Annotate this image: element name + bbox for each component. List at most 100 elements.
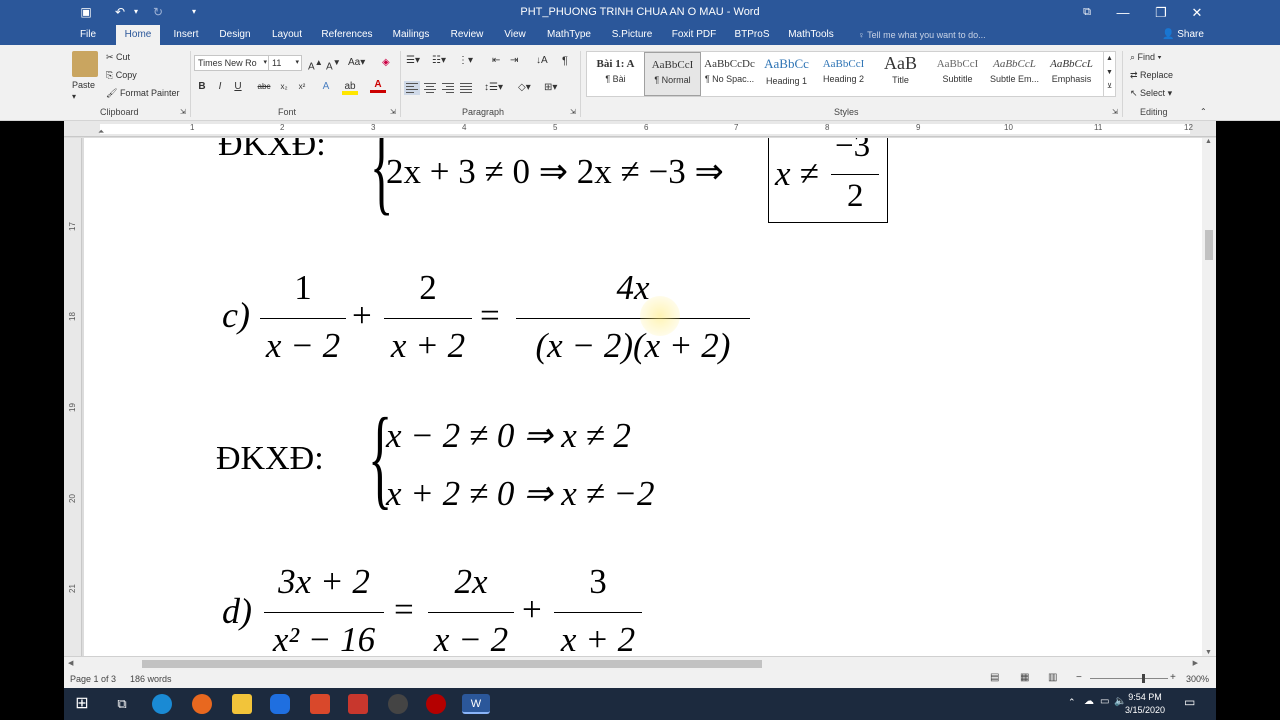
close-button[interactable]: ✕ <box>1178 0 1216 25</box>
network-icon[interactable]: ▭ <box>1100 696 1109 707</box>
ribbon-display-icon[interactable]: ⧉ <box>1068 0 1106 25</box>
tab-view[interactable]: View <box>498 25 532 45</box>
maximize-button[interactable]: ❐ <box>1142 0 1180 25</box>
tab-mathtools[interactable]: MathTools <box>784 25 838 45</box>
text-effects-icon[interactable]: A <box>318 79 334 95</box>
indent-marker-icon[interactable]: ⏶ <box>98 127 104 137</box>
firefox-icon[interactable] <box>192 694 212 714</box>
zoom-level[interactable]: 300% <box>1186 674 1209 684</box>
tray-chevron-icon[interactable]: ⌃ <box>1068 697 1076 708</box>
zoom-out-icon[interactable]: − <box>1076 672 1082 683</box>
change-case-icon[interactable]: Aa▾ <box>348 57 365 68</box>
horizontal-scrollbar[interactable]: ◀ ▶ <box>64 656 1216 670</box>
app-icon[interactable] <box>348 694 368 714</box>
font-launcher-icon[interactable]: ⇲ <box>390 108 396 116</box>
style-heading-1[interactable]: AaBbCc Heading 1 <box>758 52 815 96</box>
align-center-icon[interactable] <box>422 81 438 95</box>
clock[interactable]: 9:54 PM 3/15/2020 <box>1122 691 1168 717</box>
zoom-slider[interactable] <box>1090 678 1168 679</box>
paste-dropdown-icon[interactable]: ▾ <box>72 92 76 101</box>
scroll-up-icon[interactable]: ▲ <box>1205 138 1212 145</box>
horizontal-ruler[interactable]: 1 2 3 4 5 6 7 8 9 10 11 12 ⏶ <box>64 121 1216 137</box>
style-bai[interactable]: Bài 1: A ¶ Bài <box>587 52 644 96</box>
app-icon[interactable] <box>310 694 330 714</box>
web-layout-icon[interactable]: ▥ <box>1048 672 1057 683</box>
format-painter-button[interactable]: 🖌 Format Painter <box>106 88 179 99</box>
styles-scroll[interactable]: ▲ ▼ ⊻ <box>1103 52 1115 96</box>
tab-design[interactable]: Design <box>212 25 258 45</box>
style-no-spacing[interactable]: AaBbCcDc ¶ No Spac... <box>701 52 758 96</box>
font-size-box[interactable]: 11 ▾ <box>268 55 302 71</box>
vertical-scrollbar[interactable]: ▲ ▼ <box>1202 138 1216 656</box>
bullets-icon[interactable]: ☰▾ <box>406 55 420 66</box>
decrease-indent-icon[interactable]: ⇤ <box>492 55 500 66</box>
tab-home[interactable]: Home <box>116 25 160 45</box>
edge-icon[interactable] <box>152 694 172 714</box>
page-indicator[interactable]: Page 1 of 3 <box>70 674 116 684</box>
zalo-icon[interactable] <box>270 694 290 714</box>
line-spacing-icon[interactable]: ↕☰▾ <box>484 82 503 93</box>
print-layout-icon[interactable]: ▦ <box>1020 672 1029 683</box>
underline-icon[interactable]: U <box>230 79 246 95</box>
align-left-icon[interactable] <box>404 81 420 95</box>
task-view-icon[interactable]: ⧉ <box>112 694 132 714</box>
style-normal[interactable]: AaBbCcI ¶ Normal <box>644 52 701 96</box>
windows-start-icon[interactable]: ⊞ <box>72 694 92 714</box>
word-taskbar-icon[interactable]: W <box>462 694 490 714</box>
style-emphasis[interactable]: AaBbCcL Emphasis <box>1043 52 1100 96</box>
borders-icon[interactable]: ⊞▾ <box>544 82 557 93</box>
record-icon[interactable] <box>426 694 446 714</box>
tab-file[interactable]: File <box>72 25 104 45</box>
superscript-icon[interactable]: x² <box>294 79 310 95</box>
tab-review[interactable]: Review <box>446 25 488 45</box>
tab-mailings[interactable]: Mailings <box>386 25 436 45</box>
onedrive-icon[interactable]: ☁ <box>1084 696 1094 707</box>
obs-icon[interactable] <box>388 694 408 714</box>
collapse-ribbon-icon[interactable]: ⌃ <box>1200 107 1207 116</box>
clear-formatting-icon[interactable]: ◈ <box>382 57 390 68</box>
tab-references[interactable]: References <box>318 25 376 45</box>
cut-button[interactable]: ✂ Cut <box>106 52 130 63</box>
grow-font-icon[interactable]: A▲ <box>308 57 323 72</box>
show-marks-icon[interactable]: ¶ <box>562 55 568 67</box>
shrink-font-icon[interactable]: A▼ <box>326 57 341 72</box>
replace-button[interactable]: ⇄ Replace <box>1130 70 1173 81</box>
word-count[interactable]: 186 words <box>130 674 172 684</box>
font-name-box[interactable]: Times New Ro ▾ <box>194 55 270 71</box>
styles-launcher-icon[interactable]: ⇲ <box>1112 108 1118 116</box>
shading-icon[interactable]: ◇▾ <box>518 82 531 93</box>
zoom-in-icon[interactable]: + <box>1170 672 1176 683</box>
tab-mathtype[interactable]: MathType <box>542 25 596 45</box>
paste-button[interactable]: Paste <box>72 80 95 90</box>
scroll-left-icon[interactable]: ◀ <box>68 659 73 667</box>
paste-icon[interactable] <box>72 51 98 77</box>
select-button[interactable]: ↖ Select ▾ <box>1130 88 1172 99</box>
tell-me-box[interactable]: ♀ Tell me what you want to do... <box>858 25 986 45</box>
find-button[interactable]: ⌕ Find ▾ <box>1130 52 1161 63</box>
subscript-icon[interactable]: x₂ <box>276 79 292 95</box>
read-mode-icon[interactable]: ▤ <box>990 672 999 683</box>
numbering-icon[interactable]: ☷▾ <box>432 55 446 66</box>
style-subtitle[interactable]: AaBbCcI Subtitle <box>929 52 986 96</box>
tab-layout[interactable]: Layout <box>264 25 310 45</box>
font-color-icon[interactable]: A <box>370 79 386 93</box>
justify-icon[interactable] <box>458 81 474 95</box>
zoom-slider-thumb[interactable] <box>1142 674 1145 683</box>
sort-icon[interactable]: ↓A <box>536 55 548 66</box>
multilevel-list-icon[interactable]: ⋮▾ <box>458 55 473 66</box>
copy-button[interactable]: ⎘ Copy <box>106 70 137 81</box>
align-right-icon[interactable] <box>440 81 456 95</box>
document-page[interactable]: ĐKXĐ: { 2x + 3 ≠ 0 ⇒ 2x ≠ −3 ⇒ x ≠ −3 2 … <box>84 138 1202 658</box>
scroll-thumb[interactable] <box>142 660 762 668</box>
italic-icon[interactable]: I <box>212 79 228 95</box>
tab-foxit-pdf[interactable]: Foxit PDF <box>668 25 720 45</box>
scroll-down-icon[interactable]: ▼ <box>1205 649 1212 656</box>
style-subtle-emphasis[interactable]: AaBbCcL Subtle Em... <box>986 52 1043 96</box>
file-explorer-icon[interactable] <box>232 694 252 714</box>
share-button[interactable]: 👤 Share <box>1162 25 1204 45</box>
scroll-thumb[interactable] <box>1205 230 1213 260</box>
strikethrough-icon[interactable]: abc <box>256 79 272 95</box>
tab-insert[interactable]: Insert <box>166 25 206 45</box>
vertical-ruler[interactable]: 17 18 19 20 21 <box>64 138 82 656</box>
style-heading-2[interactable]: AaBbCcI Heading 2 <box>815 52 872 96</box>
